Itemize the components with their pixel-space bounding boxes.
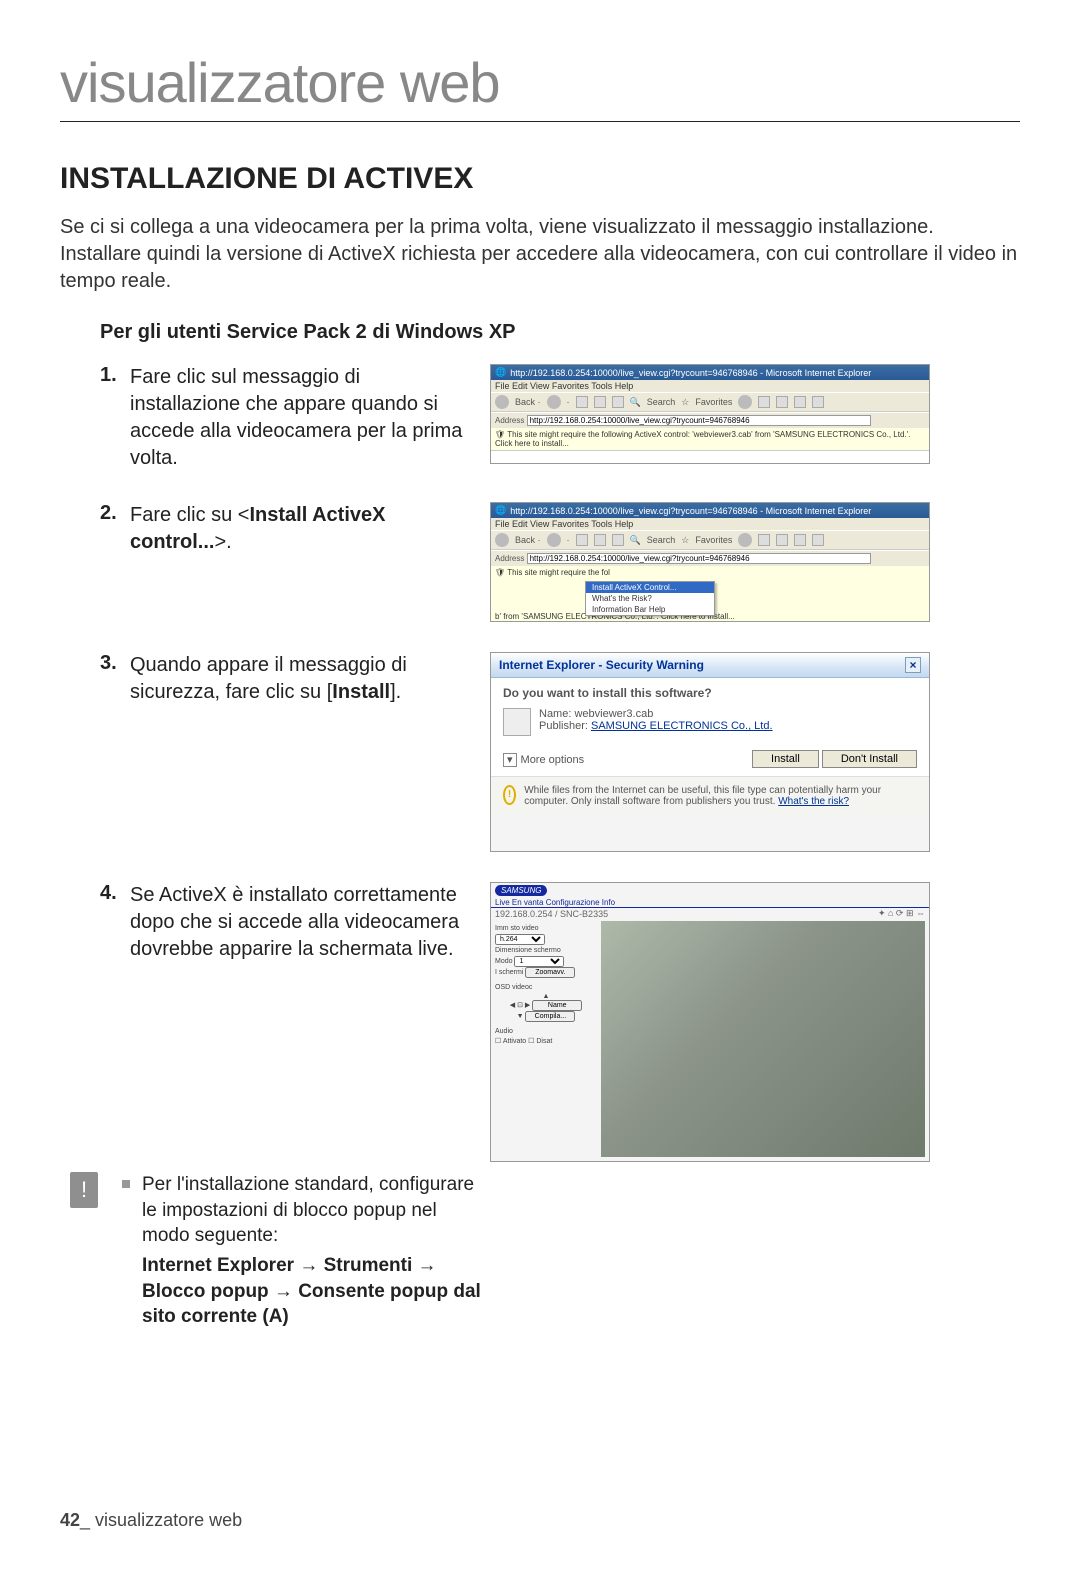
name-button[interactable]: Name: [532, 1000, 582, 1011]
address-input[interactable]: [527, 415, 871, 426]
more-options-label[interactable]: More options: [521, 754, 585, 766]
ie-titlebar: 🌐http://192.168.0.254:10000/live_view.cg…: [491, 365, 929, 380]
software-icon: [503, 708, 531, 736]
refresh-icon: [594, 396, 606, 408]
mail-icon: [758, 396, 770, 408]
ie-menu-bar: File Edit View Favorites Tools Help: [491, 380, 929, 392]
toolbar-icons: ✦ ⌂ ⟳ ⊞ ⇔: [878, 908, 925, 919]
dont-install-button[interactable]: Don't Install: [822, 750, 917, 768]
step-text: Fare clic su <Install ActiveX control...…: [130, 502, 490, 556]
install-button[interactable]: Install: [752, 750, 819, 768]
bullet-icon: [122, 1180, 130, 1188]
intro-paragraph: Se ci si collega a una videocamera per l…: [60, 214, 1020, 295]
step-number: 3.: [100, 652, 130, 675]
dialog-titlebar: Internet Explorer - Security Warning ×: [491, 653, 929, 678]
video-area: [601, 921, 925, 1157]
dialog-question: Do you want to install this software?: [503, 686, 917, 700]
chapter-title: visualizzatore web: [60, 50, 1020, 122]
step-3: 3. Quando appare il messaggio di sicurez…: [100, 652, 1020, 852]
screenshot-ie-infobar: 🌐http://192.168.0.254:10000/live_view.cg…: [490, 364, 930, 464]
print-icon: [776, 396, 788, 408]
camera-address: 192.168.0.254 / SNC-B2335: [495, 909, 608, 919]
ie-information-bar[interactable]: 🛡 This site might require the following …: [491, 428, 929, 451]
screenshot-security-dialog: Internet Explorer - Security Warning × D…: [490, 652, 930, 852]
note-text: Per l'installazione standard, configurar…: [142, 1172, 482, 1330]
subheading: Per gli utenti Service Pack 2 di Windows…: [100, 321, 1020, 344]
menu-whats-the-risk[interactable]: What's the Risk?: [586, 593, 714, 604]
screenshot-live-view: SAMSUNG Live En vanta Configurazione Inf…: [490, 882, 930, 1162]
ie-address-bar: Address: [491, 412, 929, 428]
menu-install-activex[interactable]: Install ActiveX Control...: [586, 582, 714, 593]
step-number: 4.: [100, 882, 130, 905]
back-icon: [495, 395, 509, 409]
fwd-icon: [547, 395, 561, 409]
step-number: 2.: [100, 502, 130, 525]
step-text: Se ActiveX è installato correttamente do…: [130, 882, 490, 963]
close-icon[interactable]: ×: [905, 657, 921, 673]
live-view-menu: Live En vanta Configurazione Info: [491, 898, 929, 908]
dialog-warning: ! While files from the Internet can be u…: [491, 776, 929, 815]
ie-toolbar: Back · · 🔍Search ☆Favorites: [491, 392, 929, 412]
software-name: webviewer3.cab: [574, 708, 653, 720]
more-options-toggle[interactable]: ▾: [503, 753, 517, 767]
infobar-context-menu: Install ActiveX Control... What's the Ri…: [585, 581, 715, 616]
step-4: 4. Se ActiveX è installato correttamente…: [100, 882, 1020, 1162]
step-1: 1. Fare clic sul messaggio di installazi…: [100, 364, 1020, 472]
note-icon: !: [70, 1172, 98, 1208]
whats-the-risk-link[interactable]: What's the risk?: [778, 796, 849, 807]
edit-icon: [794, 396, 806, 408]
step-text: Fare clic sul messaggio di installazione…: [130, 364, 490, 472]
screenshot-ie-context-menu: 🌐http://192.168.0.254:10000/live_view.cg…: [490, 502, 930, 622]
live-sidebar: Imm sto video h.264 Dimensione schermo M…: [491, 919, 601, 1161]
samsung-logo: SAMSUNG: [495, 885, 547, 896]
discuss-icon: [812, 396, 824, 408]
menu-infobar-help[interactable]: Information Bar Help: [586, 604, 714, 615]
page-footer: 42_ visualizzatore web: [60, 1510, 242, 1531]
stop-icon: [576, 396, 588, 408]
note: ! Per l'installazione standard, configur…: [60, 1172, 1020, 1330]
mode-select[interactable]: 1: [514, 956, 564, 967]
zoom-button[interactable]: Zoomavv.: [525, 967, 575, 978]
compile-button[interactable]: Compila...: [525, 1011, 575, 1022]
step-number: 1.: [100, 364, 130, 387]
publisher-link[interactable]: SAMSUNG ELECTRONICS Co., Ltd.: [591, 720, 773, 732]
warning-icon: !: [503, 785, 516, 805]
codec-select[interactable]: h.264: [495, 934, 545, 945]
section-title: INSTALLAZIONE DI ACTIVEX: [60, 162, 1020, 196]
home-icon: [612, 396, 624, 408]
step-text: Quando appare il messaggio di sicurezza,…: [130, 652, 490, 706]
step-2: 2. Fare clic su <Install ActiveX control…: [100, 502, 1020, 622]
media-icon: [738, 395, 752, 409]
